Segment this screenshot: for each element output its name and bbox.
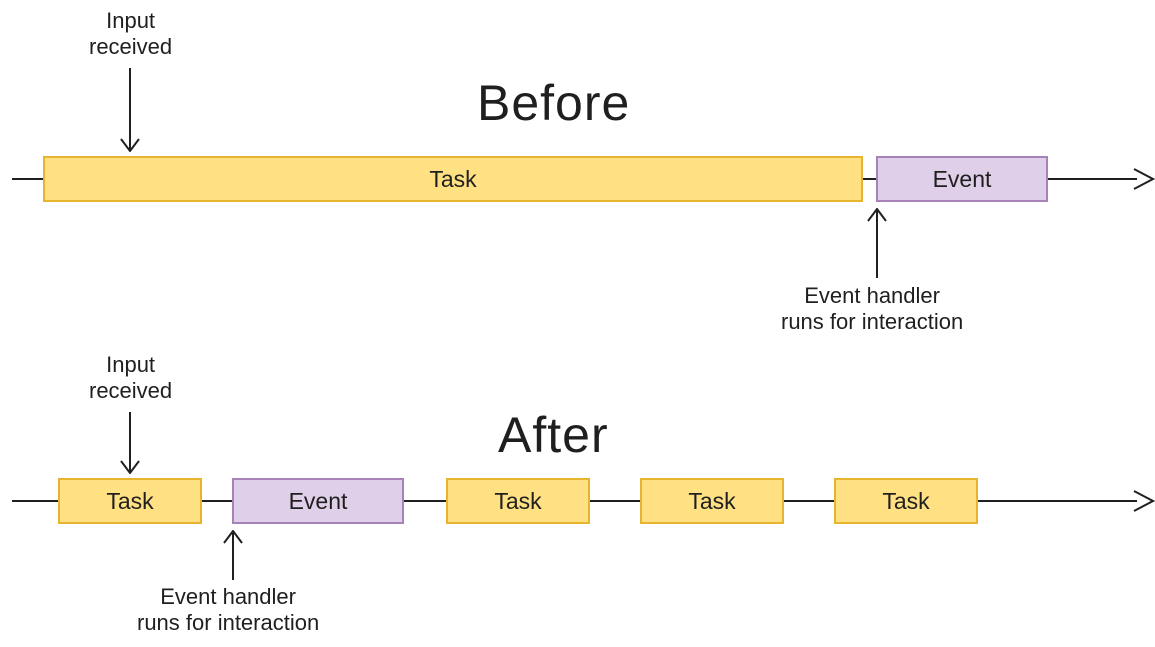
- arrowhead-right-icon: [1133, 167, 1155, 191]
- after-event-handler-label: Event handlerruns for interaction: [137, 584, 319, 637]
- before-input-arrow: [129, 68, 131, 150]
- after-handler-arrow: [232, 532, 234, 580]
- arrowhead-right-icon: [1133, 489, 1155, 513]
- before-handler-arrow: [876, 210, 878, 278]
- before-input-received-label: Inputreceived: [89, 8, 172, 61]
- after-input-arrow: [129, 412, 131, 472]
- arrowhead-up-icon: [223, 530, 243, 544]
- after-task-block-3: Task: [640, 478, 784, 524]
- arrowhead-up-icon: [867, 208, 887, 222]
- before-title: Before: [477, 78, 630, 128]
- arrowhead-down-icon: [120, 460, 140, 474]
- after-event-block: Event: [232, 478, 404, 524]
- diagram-root: Before Inputreceived Task Event Event ha…: [0, 0, 1155, 647]
- after-task-block-4: Task: [834, 478, 978, 524]
- after-task-block-1: Task: [58, 478, 202, 524]
- after-title: After: [498, 410, 609, 460]
- arrowhead-down-icon: [120, 138, 140, 152]
- after-input-received-label: Inputreceived: [89, 352, 172, 405]
- before-task-block: Task: [43, 156, 863, 202]
- before-event-block: Event: [876, 156, 1048, 202]
- after-task-block-2: Task: [446, 478, 590, 524]
- before-event-handler-label: Event handlerruns for interaction: [781, 283, 963, 336]
